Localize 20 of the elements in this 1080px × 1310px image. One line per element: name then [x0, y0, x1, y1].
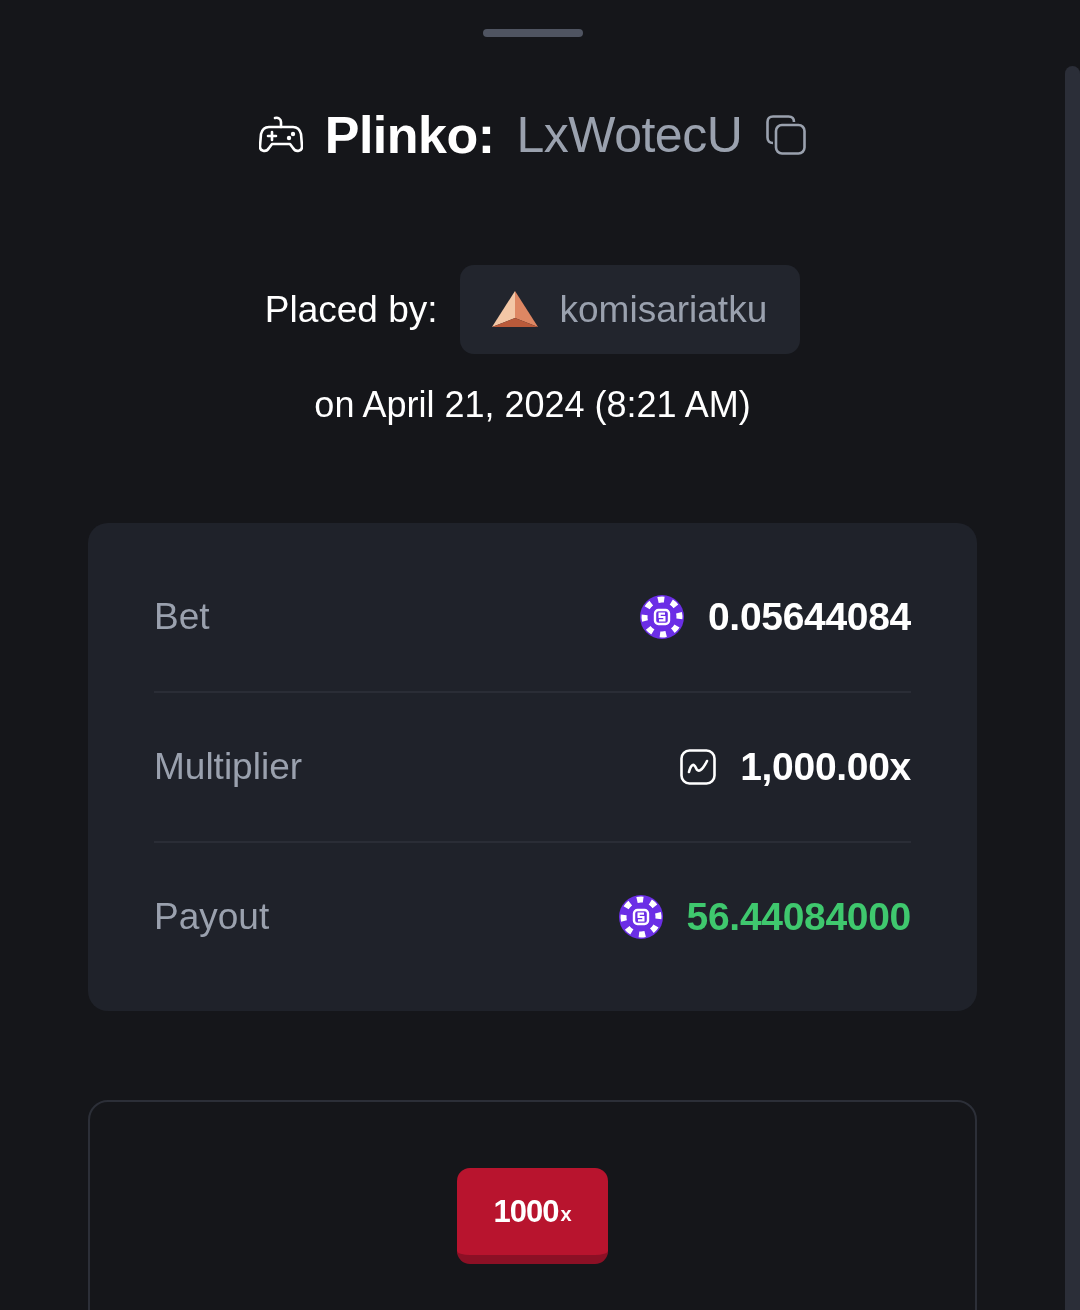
poker-chip-icon	[639, 595, 684, 639]
detail-label: Bet	[154, 596, 210, 638]
scrollbar-thumb[interactable]	[1065, 66, 1080, 1310]
pyramid-icon	[491, 290, 538, 329]
detail-label: Payout	[154, 896, 270, 938]
date-text: on April 21, 2024 (8:21 AM)	[314, 383, 751, 427]
placed-by-label: Placed by:	[264, 287, 438, 332]
game-title: Plinko:	[324, 105, 495, 166]
line-chart-icon	[680, 749, 717, 785]
multiplier-slot: 1000x	[457, 1168, 608, 1264]
copy-icon[interactable]	[766, 115, 807, 155]
gamepad-icon	[258, 115, 303, 155]
user-chip[interactable]: komisariatku	[459, 265, 801, 354]
bet-id: LxWotecU	[516, 106, 743, 165]
detail-label: Multiplier	[154, 746, 303, 788]
poker-chip-icon	[618, 895, 663, 939]
drag-handle[interactable]	[482, 29, 583, 37]
detail-value: 0.05644084	[707, 595, 911, 639]
detail-value: 1,000.00x	[740, 745, 911, 789]
detail-value: 56.44084000	[686, 895, 911, 939]
